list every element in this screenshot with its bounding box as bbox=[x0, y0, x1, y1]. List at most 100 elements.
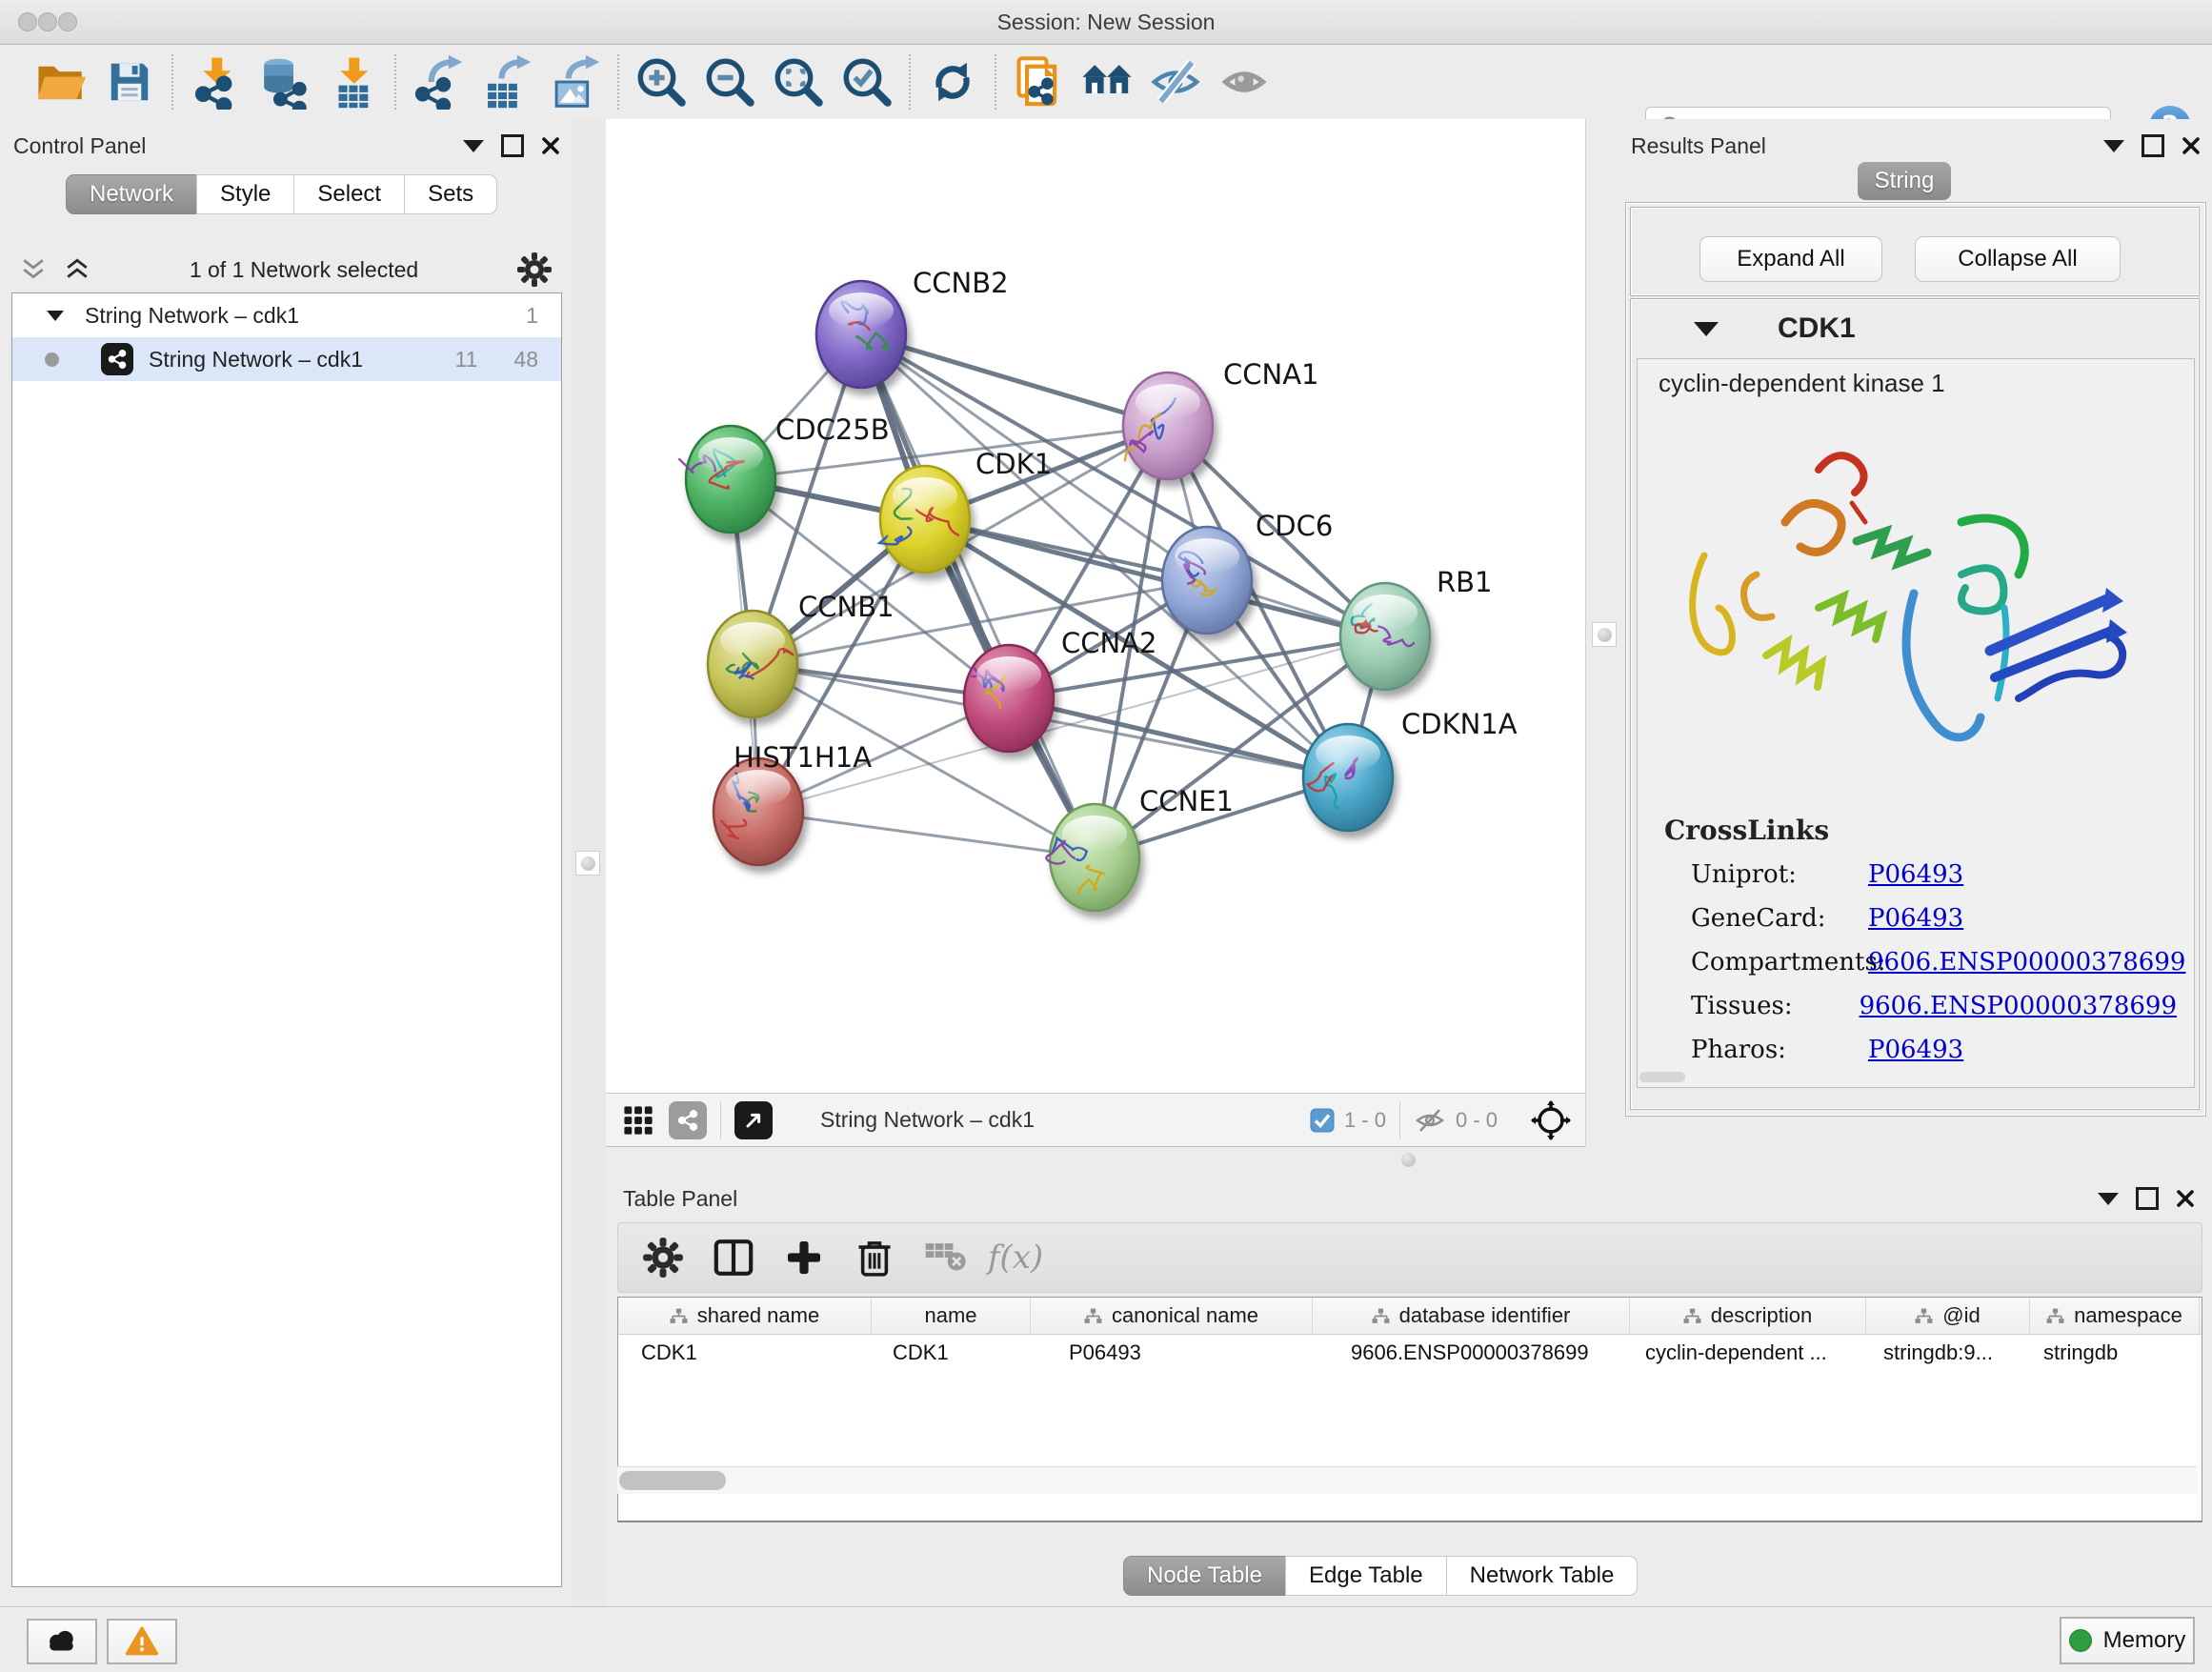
crosslink-pharos-link[interactable]: P06493 bbox=[1868, 1036, 1963, 1064]
column-header-namespace[interactable]: namespace bbox=[2030, 1298, 2200, 1334]
export-image-button[interactable] bbox=[541, 51, 610, 112]
zoom-in-button[interactable] bbox=[627, 51, 695, 112]
save-session-button[interactable] bbox=[95, 51, 164, 112]
network-edge[interactable] bbox=[758, 812, 1095, 857]
panel-close-icon[interactable] bbox=[541, 136, 560, 155]
open-session-button[interactable] bbox=[27, 51, 95, 112]
cloud-status-button[interactable] bbox=[27, 1619, 97, 1664]
panel-float-icon[interactable] bbox=[2136, 1187, 2159, 1210]
crosslink-uniprot-link[interactable]: P06493 bbox=[1868, 860, 1963, 889]
selected-checkbox-icon[interactable] bbox=[1310, 1108, 1335, 1133]
right-splitter-handle[interactable] bbox=[1592, 622, 1617, 647]
horizontal-splitter-handle[interactable] bbox=[1397, 1148, 1419, 1171]
network-collection-row[interactable]: String Network – cdk1 1 bbox=[12, 293, 561, 337]
column-header-name[interactable]: name bbox=[872, 1298, 1031, 1334]
tab-string[interactable]: String bbox=[1858, 162, 1951, 200]
birdseye-view-button[interactable] bbox=[734, 1101, 773, 1139]
network-node-CDC25B[interactable] bbox=[678, 426, 775, 533]
column-header--id[interactable]: @id bbox=[1866, 1298, 2030, 1334]
network-edge[interactable] bbox=[861, 334, 1095, 857]
import-table-button[interactable] bbox=[318, 51, 387, 112]
expand-all-icon[interactable] bbox=[63, 257, 91, 282]
network-edge[interactable] bbox=[861, 334, 1168, 426]
left-splitter-handle[interactable] bbox=[575, 851, 600, 876]
column-header-database-identifier[interactable]: database identifier bbox=[1313, 1298, 1630, 1334]
column-header-description[interactable]: description bbox=[1630, 1298, 1866, 1334]
table-cell[interactable]: cyclin-dependent ... bbox=[1630, 1335, 1866, 1371]
table-cell[interactable]: CDK1 bbox=[872, 1335, 1031, 1371]
table-cell[interactable]: P06493 bbox=[1031, 1335, 1313, 1371]
network-node-CCNB2[interactable] bbox=[816, 281, 906, 388]
zoom-out-button[interactable] bbox=[695, 51, 764, 112]
gene-section-collapse-icon[interactable] bbox=[1694, 322, 1719, 336]
tab-edge-table[interactable]: Edge Table bbox=[1285, 1556, 1447, 1596]
apply-layout-button[interactable] bbox=[918, 51, 987, 112]
collapse-all-icon[interactable] bbox=[19, 257, 48, 282]
table-cell[interactable]: stringdb bbox=[2030, 1335, 2200, 1371]
crosslink-tissues-link[interactable]: 9606.ENSP00000378699 bbox=[1860, 992, 2177, 1020]
expand-all-button[interactable]: Expand All bbox=[1699, 236, 1882, 282]
string-home-button[interactable] bbox=[1073, 51, 1141, 112]
tab-node-table[interactable]: Node Table bbox=[1123, 1556, 1286, 1596]
import-network-database-button[interactable] bbox=[250, 51, 318, 112]
left-splitter[interactable] bbox=[572, 119, 607, 1606]
hidden-eye-slash-icon[interactable] bbox=[1414, 1107, 1446, 1134]
create-column-button[interactable] bbox=[769, 1229, 839, 1286]
panel-close-icon[interactable] bbox=[2182, 136, 2201, 155]
right-splitter[interactable] bbox=[1585, 119, 1620, 1175]
network-node-CDKN1A[interactable] bbox=[1303, 724, 1393, 831]
network-node-CDK1[interactable] bbox=[879, 466, 970, 573]
table-cell[interactable]: stringdb:9... bbox=[1866, 1335, 2030, 1371]
table-cell[interactable]: CDK1 bbox=[618, 1335, 872, 1371]
tab-sets[interactable]: Sets bbox=[404, 174, 497, 214]
panel-float-icon[interactable] bbox=[2142, 134, 2164, 157]
column-header-canonical-name[interactable]: canonical name bbox=[1031, 1298, 1313, 1334]
import-network-file-button[interactable] bbox=[181, 51, 250, 112]
panel-close-icon[interactable] bbox=[2176, 1189, 2195, 1208]
export-network-button[interactable] bbox=[404, 51, 473, 112]
network-canvas[interactable]: CCNB2CCNA1CDC25BCDK1CDC6RB1CCNB1CCNA2CDK… bbox=[606, 119, 1585, 1093]
table-cell[interactable]: 9606.ENSP00000378699 bbox=[1313, 1335, 1630, 1371]
collapse-all-button[interactable]: Collapse All bbox=[1915, 236, 2121, 282]
tree-expand-icon[interactable] bbox=[47, 311, 64, 321]
show-glass-button[interactable] bbox=[1210, 51, 1278, 112]
panel-collapse-icon[interactable] bbox=[2098, 1193, 2119, 1205]
hide-glass-button[interactable] bbox=[1141, 51, 1210, 112]
table-hscroll-thumb[interactable] bbox=[619, 1471, 726, 1490]
table-options-button[interactable] bbox=[628, 1229, 698, 1286]
network-node-CCNE1[interactable] bbox=[1046, 804, 1139, 911]
network-node-CDC6[interactable] bbox=[1162, 527, 1252, 634]
network-node-CCNB1[interactable] bbox=[708, 611, 797, 717]
column-header-shared-name[interactable]: shared name bbox=[618, 1298, 872, 1334]
table-hscrollbar[interactable] bbox=[617, 1466, 2197, 1494]
string-network-graph[interactable]: CCNB2CCNA1CDC25BCDK1CDC6RB1CCNB1CCNA2CDK… bbox=[606, 119, 1585, 1093]
tab-network[interactable]: Network bbox=[66, 174, 197, 214]
panel-collapse-icon[interactable] bbox=[463, 140, 484, 152]
crosslink-genecard-link[interactable]: P06493 bbox=[1868, 904, 1963, 933]
string-style-button[interactable] bbox=[669, 1101, 707, 1139]
panel-collapse-icon[interactable] bbox=[2103, 140, 2124, 152]
zoom-selected-button[interactable] bbox=[833, 51, 901, 112]
export-table-button[interactable] bbox=[473, 51, 541, 112]
zoom-fit-button[interactable] bbox=[764, 51, 833, 112]
crosslink-compartments-link[interactable]: 9606.ENSP00000378699 bbox=[1868, 948, 2185, 977]
network-node-HIST1H1A[interactable] bbox=[714, 758, 803, 865]
panel-float-icon[interactable] bbox=[501, 134, 524, 157]
fit-content-crosshair-icon[interactable] bbox=[1530, 1099, 1572, 1141]
results-hscroll-thumb[interactable] bbox=[1639, 1072, 1685, 1082]
network-node-CCNA2[interactable] bbox=[964, 645, 1054, 752]
tab-style[interactable]: Style bbox=[196, 174, 294, 214]
warnings-button[interactable] bbox=[107, 1619, 177, 1664]
show-columns-button[interactable] bbox=[698, 1229, 769, 1286]
network-node-CCNA1[interactable] bbox=[1123, 373, 1213, 479]
network-node-RB1[interactable] bbox=[1340, 583, 1430, 690]
tab-network-table[interactable]: Network Table bbox=[1446, 1556, 1639, 1596]
tab-select[interactable]: Select bbox=[293, 174, 405, 214]
delete-column-button[interactable] bbox=[839, 1229, 910, 1286]
network-row[interactable]: String Network – cdk1 11 48 bbox=[12, 337, 561, 381]
memory-button[interactable]: Memory bbox=[2060, 1617, 2195, 1664]
string-import-button[interactable] bbox=[1004, 51, 1073, 112]
network-options-gear-icon[interactable] bbox=[516, 252, 553, 288]
table-row[interactable]: CDK1CDK1P064939606.ENSP00000378699cyclin… bbox=[618, 1335, 2202, 1371]
network-edge[interactable] bbox=[1009, 698, 1348, 777]
